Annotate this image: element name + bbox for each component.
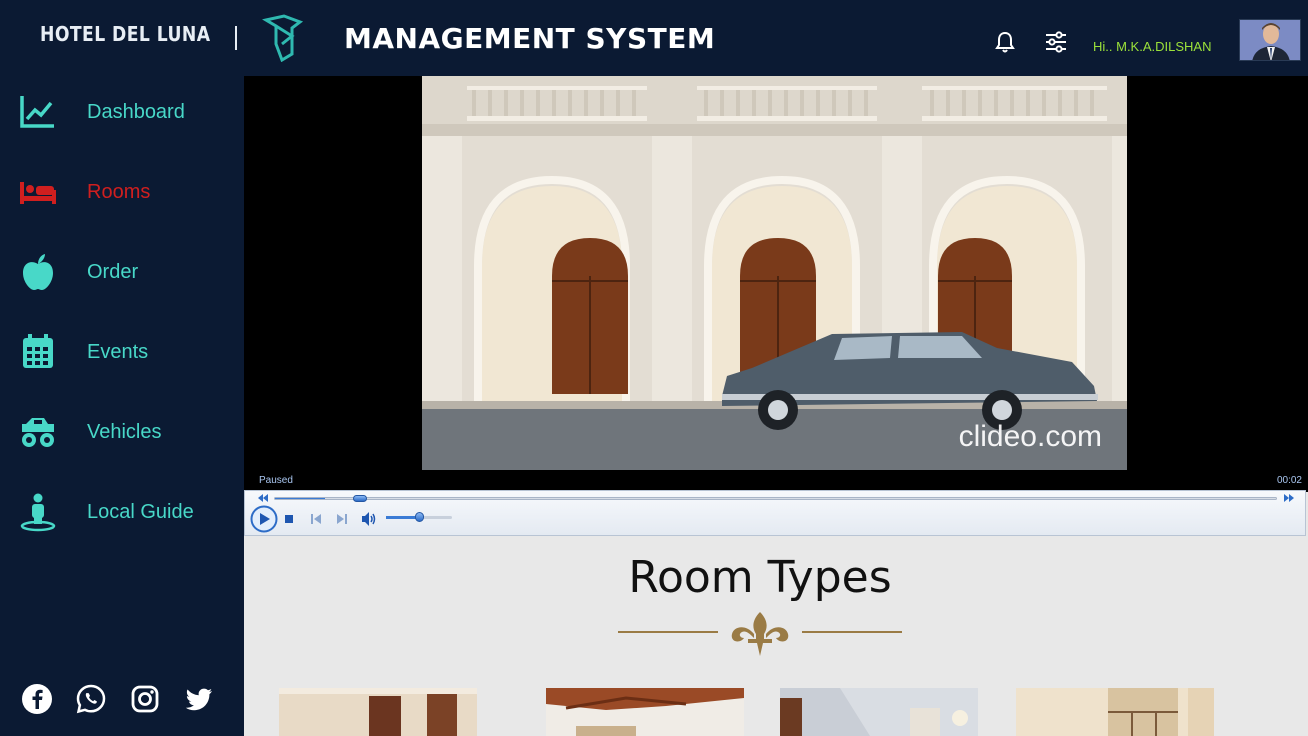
instagram-icon[interactable] (128, 682, 162, 716)
section-title: Room Types (628, 552, 892, 603)
seek-bar[interactable] (274, 495, 1277, 502)
volume-icon[interactable] (361, 511, 377, 527)
volume-handle[interactable] (415, 512, 424, 522)
apple-icon (23, 254, 53, 290)
bed-icon (20, 182, 56, 204)
previous-button[interactable] (310, 513, 322, 525)
sidebar-item-label: Dashboard (87, 100, 185, 123)
top-header: HOTEL DEL LUNA MANAGEMENT SYSTEM Hi.. M.… (0, 0, 1308, 76)
room-card[interactable] (780, 688, 978, 736)
calendar-icon (23, 334, 53, 368)
room-image (279, 688, 477, 736)
room-card[interactable] (1016, 688, 1214, 736)
seek-handle[interactable] (353, 495, 368, 502)
street-view-icon (20, 493, 56, 532)
volume-slider[interactable] (386, 512, 452, 522)
video-frame[interactable]: clideo.com (422, 76, 1127, 470)
sidebar: Dashboard Rooms Order Events Vehicles Lo… (0, 76, 244, 736)
sidebar-item-label: Rooms (87, 180, 151, 203)
room-type-list (244, 688, 1308, 736)
sidebar-item-rooms[interactable]: Rooms (0, 164, 244, 220)
logo-icon (262, 14, 304, 62)
sidebar-item-events[interactable]: Events (0, 324, 244, 380)
hotel-facade-image: clideo.com (422, 76, 1127, 470)
twitter-icon[interactable] (182, 682, 216, 716)
room-image (546, 688, 744, 736)
player-status: Paused (259, 475, 293, 486)
play-button[interactable] (250, 505, 278, 533)
stop-button[interactable] (284, 514, 294, 524)
whatsapp-icon[interactable] (74, 682, 108, 716)
room-card[interactable] (279, 688, 477, 736)
app-title: MANAGEMENT SYSTEM (344, 22, 716, 55)
sidebar-item-label: Order (87, 260, 139, 283)
sliders-icon[interactable] (1044, 30, 1068, 54)
sidebar-item-vehicles[interactable]: Vehicles (0, 404, 244, 460)
video-player[interactable]: clideo.com Paused 00:02 (244, 76, 1308, 492)
main-content: clideo.com Paused 00:02 Room Types (244, 76, 1308, 736)
room-card[interactable] (546, 688, 744, 736)
room-image (1016, 688, 1214, 736)
player-time: 00:02 (1276, 475, 1302, 486)
seek-progress (275, 498, 326, 499)
header-divider (235, 26, 237, 50)
sidebar-item-label: Vehicles (87, 420, 162, 443)
avatar-image (1240, 20, 1300, 60)
facebook-icon[interactable] (20, 682, 54, 716)
sidebar-item-label: Local Guide (87, 500, 194, 523)
sidebar-item-order[interactable]: Order (0, 244, 244, 300)
sidebar-item-local-guide[interactable]: Local Guide (0, 484, 244, 540)
monster-truck-icon (22, 418, 54, 447)
fleur-de-lis-divider-icon (618, 612, 902, 656)
avatar[interactable] (1239, 19, 1301, 61)
sidebar-item-label: Events (87, 340, 149, 363)
fast-forward-icon[interactable] (1283, 493, 1295, 503)
sidebar-item-dashboard[interactable]: Dashboard (0, 84, 244, 140)
bell-icon[interactable] (993, 30, 1017, 54)
next-button[interactable] (336, 513, 348, 525)
player-controls (244, 490, 1306, 536)
watermark-text: clideo.com (959, 420, 1102, 453)
user-greeting: Hi.. M.K.A.DILSHAN (1093, 39, 1212, 54)
room-image (780, 688, 978, 736)
brand-name: HOTEL DEL LUNA (40, 22, 211, 46)
chart-line-icon (20, 96, 54, 128)
social-links (20, 682, 216, 716)
rewind-icon[interactable] (257, 493, 269, 503)
